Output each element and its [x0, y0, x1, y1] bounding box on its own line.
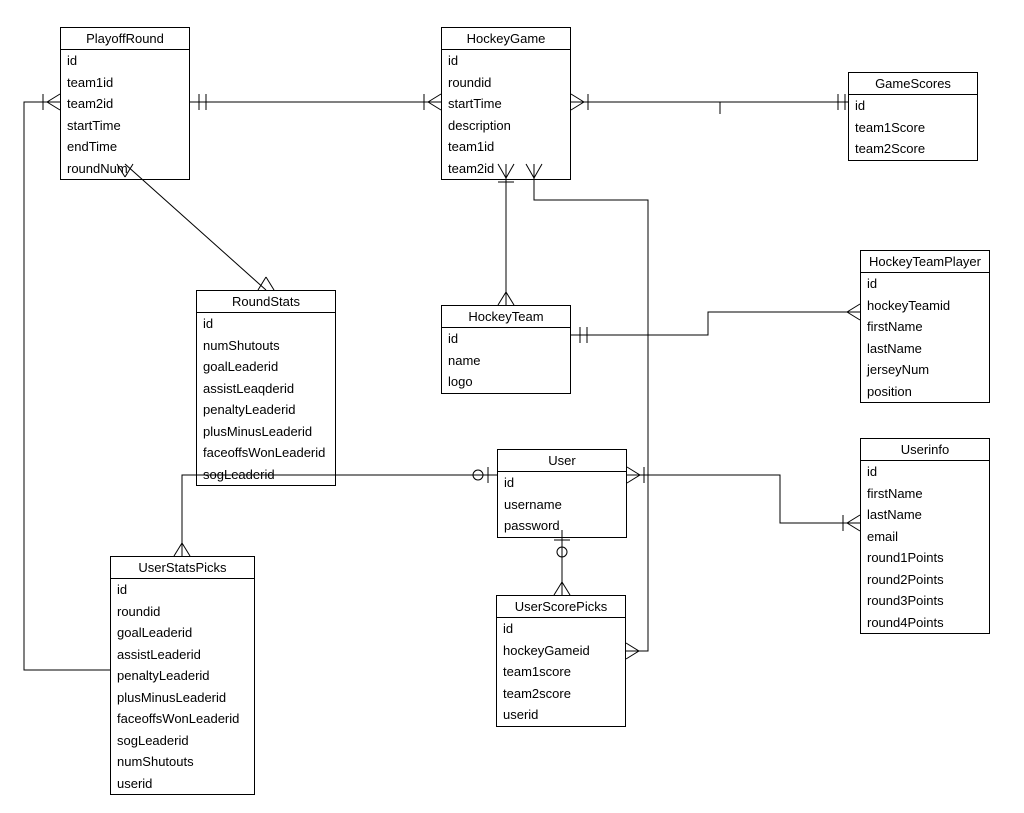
attr: team1id [442, 136, 570, 158]
attr: round3Points [861, 590, 989, 612]
attr: sogLeaderid [197, 464, 335, 486]
attr: team1id [61, 72, 189, 94]
attr: id [197, 313, 335, 335]
attr: id [861, 461, 989, 483]
attr: team2id [61, 93, 189, 115]
attr: lastName [861, 504, 989, 526]
attr: team1score [497, 661, 625, 683]
attr: userid [111, 773, 254, 795]
entity-playoff-round: PlayoffRound id team1id team2id startTim… [60, 27, 190, 180]
entity-attrs: id roundid goalLeaderid assistLeaderid p… [111, 579, 254, 794]
entity-hockey-game: HockeyGame id roundid startTime descript… [441, 27, 571, 180]
attr: id [498, 472, 626, 494]
attr: userid [497, 704, 625, 726]
attr: firstName [861, 483, 989, 505]
entity-hockey-team-player: HockeyTeamPlayer id hockeyTeamid firstNa… [860, 250, 990, 403]
attr: startTime [442, 93, 570, 115]
attr: goalLeaderid [197, 356, 335, 378]
entity-attrs: id hockeyTeamid firstName lastName jerse… [861, 273, 989, 402]
attr: endTime [61, 136, 189, 158]
entity-user: User id username password [497, 449, 627, 538]
attr: roundNum [61, 158, 189, 180]
attr: round2Points [861, 569, 989, 591]
attr: roundid [111, 601, 254, 623]
attr: team2score [497, 683, 625, 705]
attr: plusMinusLeaderid [197, 421, 335, 443]
attr: lastName [861, 338, 989, 360]
entity-attrs: id firstName lastName email round1Points… [861, 461, 989, 633]
attr: numShutouts [111, 751, 254, 773]
attr: faceoffsWonLeaderid [197, 442, 335, 464]
attr: assistLeaqderid [197, 378, 335, 400]
entity-attrs: id name logo [442, 328, 570, 393]
attr: plusMinusLeaderid [111, 687, 254, 709]
entity-attrs: id roundid startTime description team1id… [442, 50, 570, 179]
entity-user-stats-picks: UserStatsPicks id roundid goalLeaderid a… [110, 556, 255, 795]
attr: team2Score [849, 138, 977, 160]
entity-title: HockeyTeamPlayer [861, 251, 989, 273]
attr: goalLeaderid [111, 622, 254, 644]
entity-attrs: id username password [498, 472, 626, 537]
attr: position [861, 381, 989, 403]
entity-userinfo: Userinfo id firstName lastName email rou… [860, 438, 990, 634]
entity-title: Userinfo [861, 439, 989, 461]
attr: username [498, 494, 626, 516]
entity-attrs: id team1id team2id startTime endTime rou… [61, 50, 189, 179]
attr: hockeyGameid [497, 640, 625, 662]
attr: id [849, 95, 977, 117]
entity-hockey-team: HockeyTeam id name logo [441, 305, 571, 394]
entity-title: RoundStats [197, 291, 335, 313]
entity-title: HockeyGame [442, 28, 570, 50]
entity-attrs: id numShutouts goalLeaderid assistLeaqde… [197, 313, 335, 485]
attr: team1Score [849, 117, 977, 139]
attr: email [861, 526, 989, 548]
attr: logo [442, 371, 570, 393]
attr: sogLeaderid [111, 730, 254, 752]
attr: hockeyTeamid [861, 295, 989, 317]
entity-attrs: id team1Score team2Score [849, 95, 977, 160]
attr: penaltyLeaderid [111, 665, 254, 687]
entity-title: User [498, 450, 626, 472]
entity-title: HockeyTeam [442, 306, 570, 328]
attr: id [61, 50, 189, 72]
attr: id [861, 273, 989, 295]
attr: team2id [442, 158, 570, 180]
entity-title: PlayoffRound [61, 28, 189, 50]
attr: penaltyLeaderid [197, 399, 335, 421]
attr: numShutouts [197, 335, 335, 357]
attr: roundid [442, 72, 570, 94]
attr: faceoffsWonLeaderid [111, 708, 254, 730]
entity-round-stats: RoundStats id numShutouts goalLeaderid a… [196, 290, 336, 486]
attr: id [111, 579, 254, 601]
attr: firstName [861, 316, 989, 338]
attr: password [498, 515, 626, 537]
attr: round1Points [861, 547, 989, 569]
attr: round4Points [861, 612, 989, 634]
attr: name [442, 350, 570, 372]
attr: description [442, 115, 570, 137]
entity-attrs: id hockeyGameid team1score team2score us… [497, 618, 625, 726]
entity-title: GameScores [849, 73, 977, 95]
entity-game-scores: GameScores id team1Score team2Score [848, 72, 978, 161]
attr: jerseyNum [861, 359, 989, 381]
attr: assistLeaderid [111, 644, 254, 666]
attr: id [442, 328, 570, 350]
entity-user-score-picks: UserScorePicks id hockeyGameid team1scor… [496, 595, 626, 727]
entity-title: UserStatsPicks [111, 557, 254, 579]
attr: id [497, 618, 625, 640]
attr: startTime [61, 115, 189, 137]
entity-title: UserScorePicks [497, 596, 625, 618]
attr: id [442, 50, 570, 72]
